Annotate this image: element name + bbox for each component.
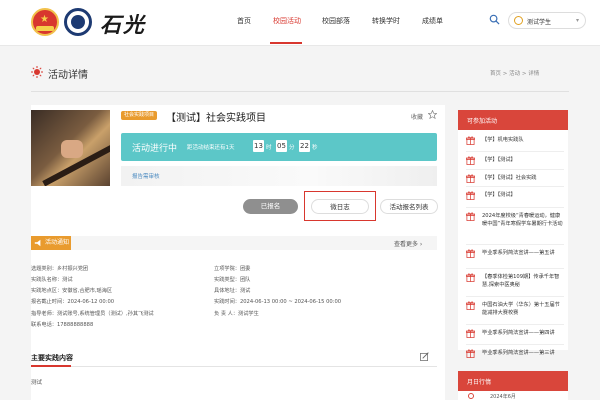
sidebar-separator: [466, 244, 564, 245]
countdown-hours: 13: [253, 140, 264, 152]
activity-title: 【测试】社会实践项目: [166, 113, 266, 124]
info-right-2: 具体地址：测试: [214, 288, 251, 294]
info-right-3: 实践时间：2024-06-13 00:00 ~ 2024-06-15 00:00: [214, 299, 342, 305]
sidebar-separator: [466, 344, 564, 345]
sidebar-separator: [466, 268, 564, 269]
edit-icon[interactable]: [420, 352, 429, 361]
more-link[interactable]: 查看更多 ›: [394, 239, 422, 248]
nav-transcript[interactable]: 成绩单: [422, 16, 443, 26]
info-right-4: 负 责 人：测试学生: [214, 311, 259, 317]
sidebar-separator: [466, 324, 564, 325]
info-right-0: 立项学院：团委: [214, 266, 251, 272]
main-content-title: 主要实践内容: [31, 354, 73, 362]
nav-convert-hours[interactable]: 转换学时: [372, 16, 400, 26]
unit-minute: 分: [289, 145, 295, 151]
sidebar-item-label: 【春季体检第109期】传承千年智慧,探索中医奥秘: [482, 274, 560, 288]
nav-active-underline: [270, 42, 302, 44]
status-label: 活动进行中: [132, 144, 178, 154]
sidebar-item-label: 毕业季系列简法宣讲——第四讲: [482, 330, 555, 336]
calendar-dot-icon: [468, 393, 474, 399]
info-left-1: 实践队名称：测试: [31, 277, 73, 283]
sidebar-item-label: 【学】【测试】社会实践: [482, 175, 537, 181]
nav-campus-tribe[interactable]: 校园部落: [322, 16, 350, 26]
favorite-label[interactable]: 收藏: [411, 112, 423, 121]
countdown-seconds: 22: [299, 140, 310, 152]
gift-icon: [466, 136, 475, 145]
sidebar-separator: [466, 151, 564, 152]
info-left-5: 联系电话：17888888888: [31, 322, 94, 328]
info-left-3: 报名截止时间：2024-06-12 00:00: [31, 299, 115, 305]
main-content-text: 测试: [31, 380, 43, 386]
info-right-1: 实践类型：团队: [214, 277, 251, 283]
sidebar-item-label: 【学】【测试】: [482, 192, 516, 198]
main-content-accent: [31, 365, 71, 367]
gift-icon: [466, 212, 475, 221]
main-content-divider: [31, 366, 437, 367]
info-left-2: 实践地点区：安徽省,合肥市,瑶海区: [31, 288, 113, 294]
gift-icon: [466, 301, 475, 310]
sidebar-item-label: 毕业季系列简法宣讲——第三讲: [482, 350, 555, 356]
user-icon: [514, 16, 523, 25]
unit-hour: 时: [266, 145, 272, 151]
sidebar-item-label: 【学】【测试】: [482, 157, 516, 163]
nav-home[interactable]: 首页: [237, 16, 251, 26]
brand-text: 石光: [100, 12, 146, 37]
sidebar-separator: [466, 207, 564, 208]
sidebar-item-label: 【学】机电实践队: [482, 137, 524, 143]
sidebar-title: 可参加活动: [467, 118, 498, 125]
calendar-header: 月日行惰: [458, 371, 568, 391]
sidebar-item-label: 毕业季系列简法宣讲——第五讲: [482, 250, 555, 256]
report-review-link[interactable]: 报告需审核: [132, 172, 160, 180]
sidebar-separator: [466, 186, 564, 187]
user-menu[interactable]: 测试学生 ▾: [508, 12, 586, 29]
activity-cover-image: [31, 110, 110, 186]
countdown-prefix: 距活动结束还有1天: [187, 145, 235, 151]
sidebar-item-label: 中国石油大学（华东）第十五届节能减排大赛校赛: [482, 302, 560, 316]
chevron-down-icon: ▾: [576, 17, 580, 24]
search-icon[interactable]: [489, 14, 500, 25]
weibo-button[interactable]: 微日志: [311, 199, 369, 214]
sidebar-header: 可参加活动: [458, 110, 568, 130]
joined-button[interactable]: 已报名: [243, 199, 298, 214]
gift-icon: [466, 191, 475, 200]
calendar-body: 2024年6月: [458, 391, 568, 400]
page-title: 活动详情: [48, 70, 88, 81]
title-divider: [31, 91, 569, 92]
sidebar-separator: [466, 296, 564, 297]
gift-icon: [466, 329, 475, 338]
gift-icon: [466, 174, 475, 183]
calendar-title: 月日行惰: [467, 379, 492, 386]
nav-campus-activities[interactable]: 校园活动: [273, 16, 301, 26]
star-icon[interactable]: [428, 110, 437, 119]
gift-icon: [466, 156, 475, 165]
countdown-minutes: 05: [276, 140, 287, 152]
calendar-text: 2024年6月: [490, 394, 516, 400]
notice-header: [31, 236, 437, 250]
megaphone-icon: [34, 239, 41, 247]
gift-icon: [466, 249, 475, 258]
activity-status-bar: 活动进行中 距活动结束还有1天 13 时 05 分 22 秒: [121, 133, 437, 161]
top-bar: ★ 石光 首页 校园活动 校园部落 转换学时 成绩单 测试学生 ▾: [0, 0, 600, 46]
info-left-0: 选题类别：乡村振兴党团: [31, 266, 89, 272]
info-left-4: 指导老师：测试账号,系统管理员（测试）,孙其飞测试: [31, 311, 154, 317]
youth-league-logo: ★: [31, 8, 59, 36]
university-seal-logo: [64, 8, 92, 36]
signup-list-button[interactable]: 活动报名列表: [380, 199, 438, 214]
user-name: 测试学生: [527, 19, 552, 26]
breadcrumb[interactable]: 首页 > 活动 > 详情: [490, 69, 539, 77]
gift-icon: [466, 273, 475, 282]
more-label: 查看更多: [394, 241, 419, 248]
sidebar-separator: [466, 169, 564, 170]
unit-second: 秒: [312, 145, 318, 151]
report-strip: 报告需审核: [121, 166, 437, 186]
sidebar-item-label: 2024年度校级“青春暖运动，健康暖中国”青年寒假学车暑期行卡活动: [482, 213, 563, 227]
sun-icon: [31, 66, 43, 78]
activity-type-badge: 社会实践项目: [121, 111, 158, 120]
gift-icon: [466, 349, 475, 358]
